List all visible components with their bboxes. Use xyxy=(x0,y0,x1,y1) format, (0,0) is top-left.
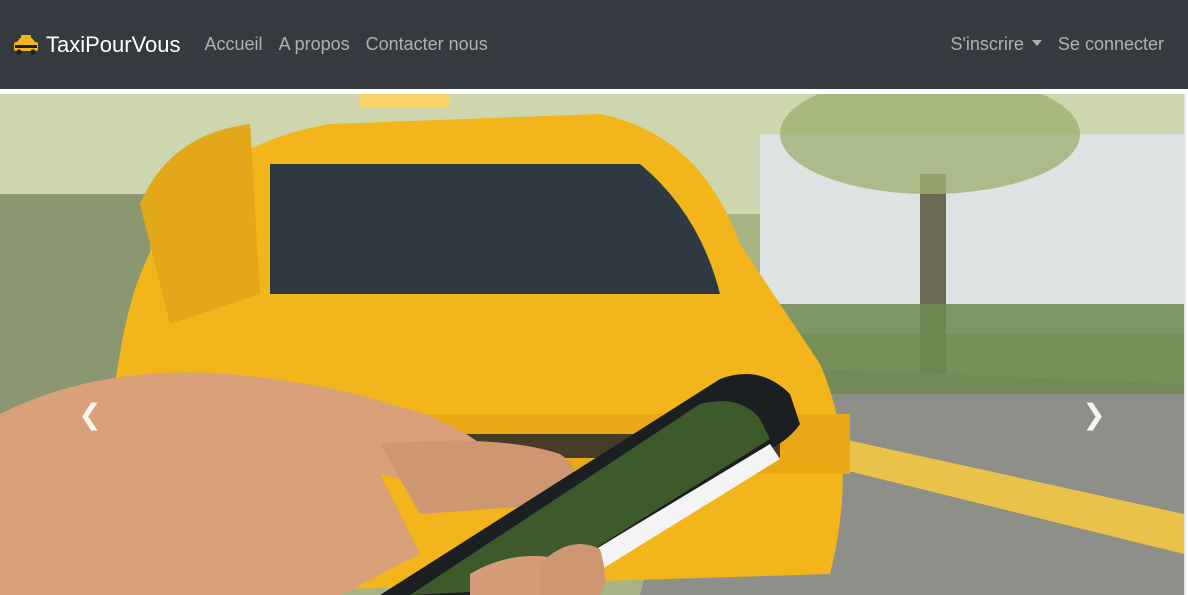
nav-link-contacter-nous[interactable]: Contacter nous xyxy=(358,34,496,55)
main-nav: Accueil A propos Contacter nous xyxy=(197,34,496,55)
nav-link-accueil[interactable]: Accueil xyxy=(197,34,271,55)
carousel-slide-image xyxy=(0,94,1184,595)
top-navbar: TaxiPourVous Accueil A propos Contacter … xyxy=(0,0,1188,89)
chevron-down-icon xyxy=(1031,40,1042,47)
login-link[interactable]: Se connecter xyxy=(1050,34,1172,55)
chevron-left-icon: ❮ xyxy=(78,398,102,430)
register-label: S'inscrire xyxy=(950,34,1024,54)
chevron-right-icon: ❯ xyxy=(1082,398,1106,430)
register-dropdown-toggle[interactable]: S'inscrire xyxy=(942,34,1049,55)
taxi-phone-photo xyxy=(0,94,1184,595)
hero-carousel: ❮ ❯ xyxy=(0,94,1186,595)
brand-name: TaxiPourVous xyxy=(46,31,181,57)
account-nav: S'inscrire Se connecter xyxy=(942,34,1188,55)
taxi-icon xyxy=(14,34,38,55)
carousel-next-control[interactable]: ❯ xyxy=(1074,394,1114,434)
carousel-prev-control[interactable]: ❮ xyxy=(70,394,110,434)
nav-link-a-propos[interactable]: A propos xyxy=(271,34,358,55)
brand-link[interactable]: TaxiPourVous xyxy=(12,32,181,58)
